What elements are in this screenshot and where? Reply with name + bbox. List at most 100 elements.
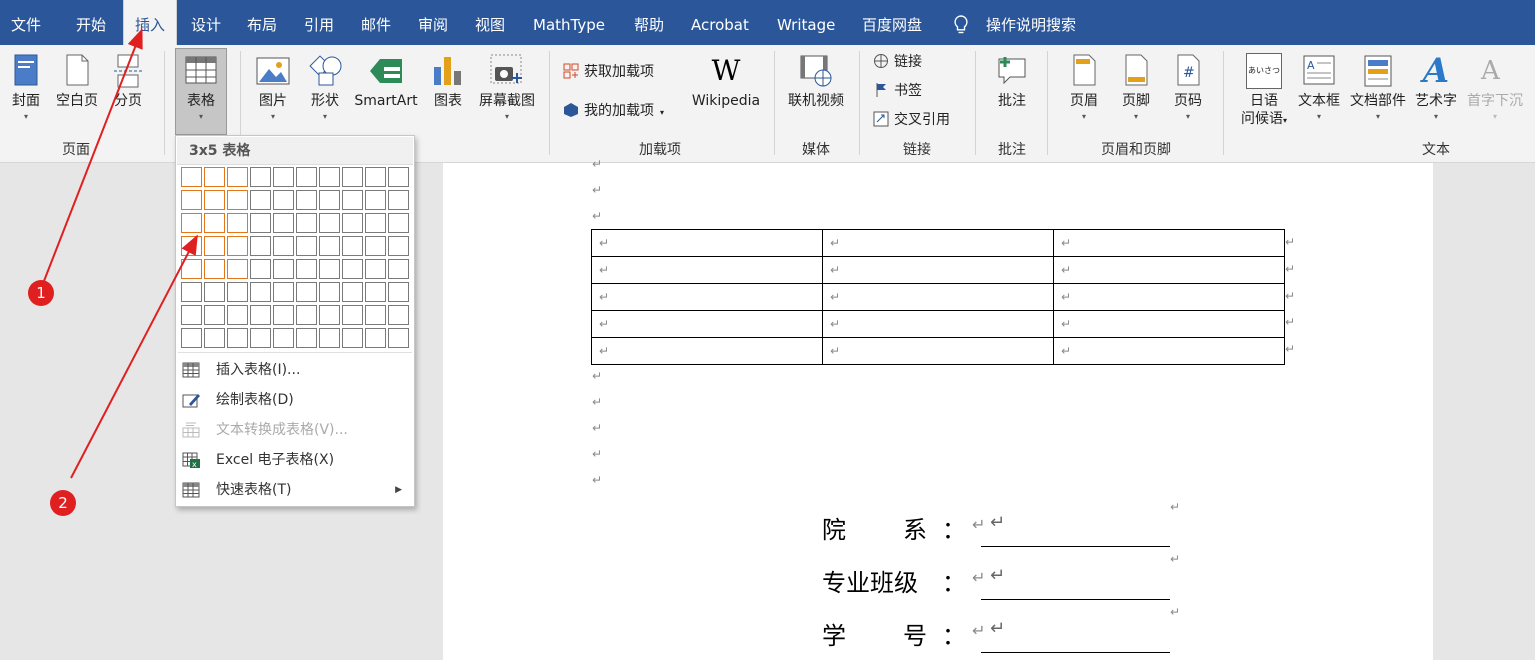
table-cell[interactable]: ↵ [591,283,823,311]
tab-writage[interactable]: Writage [777,0,835,45]
grid-cell[interactable] [273,236,294,256]
grid-cell[interactable] [250,190,271,210]
grid-cell[interactable] [342,167,363,187]
page-break-button[interactable]: 分页 [108,49,148,110]
table-cell[interactable]: ↵ [591,337,823,365]
screenshot-button[interactable]: 屏幕截图 ▾ [474,49,540,122]
grid-cell[interactable] [388,305,409,325]
cross-reference-button[interactable]: 交叉引用 [873,108,950,132]
grid-cell[interactable] [204,213,225,233]
grid-cell[interactable] [227,259,248,279]
fill-in-underline[interactable] [981,652,1170,653]
grid-cell[interactable] [388,328,409,348]
convert-text-to-table-menu-item[interactable]: 文本转换成表格(V)... [176,415,414,445]
grid-cell[interactable] [388,167,409,187]
tab-home[interactable]: 开始 [76,0,106,45]
grid-cell[interactable] [296,167,317,187]
tab-mailings[interactable]: 邮件 [361,0,391,45]
grid-cell[interactable] [296,259,317,279]
tab-baidu-netdisk[interactable]: 百度网盘 [862,0,922,45]
grid-cell[interactable] [296,328,317,348]
grid-cell[interactable] [250,236,271,256]
shapes-button[interactable]: 形状 ▾ [303,49,347,122]
grid-cell[interactable] [250,259,271,279]
draw-table-menu-item[interactable]: 绘制表格(D) [176,385,414,415]
grid-cell[interactable] [204,305,225,325]
table-cell[interactable]: ↵ [1053,337,1285,365]
grid-cell[interactable] [388,236,409,256]
bookmark-button[interactable]: 书签 [873,79,922,103]
grid-cell[interactable] [319,213,340,233]
grid-cell[interactable] [181,259,202,279]
drop-cap-button[interactable]: A 首字下沉 ▾ [1464,49,1526,122]
grid-cell[interactable] [204,167,225,187]
grid-cell[interactable] [227,190,248,210]
cover-page-button[interactable]: 封面 ▾ [4,49,48,122]
grid-cell[interactable] [342,236,363,256]
tell-me-search[interactable]: 操作说明搜索 [986,0,1076,45]
grid-cell[interactable] [227,282,248,302]
grid-cell[interactable] [365,305,386,325]
tab-references[interactable]: 引用 [304,0,334,45]
tab-acrobat[interactable]: Acrobat [691,0,749,45]
insert-table-menu-item[interactable]: 插入表格(I)... [176,355,414,385]
grid-cell[interactable] [204,328,225,348]
smartart-button[interactable]: SmartArt [352,49,420,110]
grid-cell[interactable] [227,328,248,348]
quick-tables-menu-item[interactable]: 快速表格(T) ▶ [176,475,414,505]
grid-cell[interactable] [365,213,386,233]
page-number-button[interactable]: # 页码 ▾ [1168,49,1208,122]
table-cell[interactable]: ↵ [1053,283,1285,311]
textbox-button[interactable]: A 文本框 ▾ [1296,49,1342,122]
tab-file[interactable]: 文件 [11,0,41,45]
tab-help[interactable]: 帮助 [634,0,664,45]
japanese-greetings-button[interactable]: あいさつ 日语 问候语▾ [1236,49,1292,130]
tab-insert[interactable]: 插入 [123,0,177,45]
table-cell[interactable]: ↵ [1053,310,1285,338]
grid-cell[interactable] [181,213,202,233]
table-cell[interactable]: ↵ [822,256,1054,284]
grid-cell[interactable] [342,213,363,233]
picture-button[interactable]: 图片 ▾ [253,49,293,122]
footer-button[interactable]: 页脚 ▾ [1116,49,1156,122]
grid-cell[interactable] [296,213,317,233]
grid-cell[interactable] [365,282,386,302]
tab-view[interactable]: 视图 [475,0,505,45]
grid-cell[interactable] [181,328,202,348]
table-cell[interactable]: ↵ [1053,229,1285,257]
quick-parts-button[interactable]: 文档部件 ▾ [1346,49,1410,122]
grid-cell[interactable] [342,305,363,325]
grid-cell[interactable] [204,282,225,302]
grid-cell[interactable] [388,213,409,233]
grid-cell[interactable] [227,236,248,256]
grid-cell[interactable] [273,213,294,233]
chart-button[interactable]: 图表 [430,49,466,110]
fill-in-underline[interactable] [981,546,1170,547]
grid-cell[interactable] [273,259,294,279]
table-cell[interactable]: ↵ [822,337,1054,365]
grid-cell[interactable] [204,236,225,256]
tab-layout[interactable]: 布局 [247,0,277,45]
grid-cell[interactable] [227,213,248,233]
online-video-button[interactable]: 联机视频 [784,49,848,110]
grid-cell[interactable] [204,259,225,279]
grid-cell[interactable] [296,190,317,210]
get-addins-button[interactable]: 获取加载项 [563,60,654,84]
grid-cell[interactable] [319,167,340,187]
grid-cell[interactable] [319,328,340,348]
grid-cell[interactable] [273,305,294,325]
tab-design[interactable]: 设计 [191,0,221,45]
grid-cell[interactable] [365,328,386,348]
new-comment-button[interactable]: 批注 [990,49,1034,110]
table-cell[interactable]: ↵ [822,310,1054,338]
grid-cell[interactable] [227,305,248,325]
link-button[interactable]: 链接 [873,50,922,74]
table-cell[interactable]: ↵ [822,229,1054,257]
grid-cell[interactable] [342,282,363,302]
grid-cell[interactable] [250,328,271,348]
grid-cell[interactable] [342,328,363,348]
grid-cell[interactable] [342,259,363,279]
blank-page-button[interactable]: 空白页 [52,49,102,110]
header-button[interactable]: 页眉 ▾ [1064,49,1104,122]
table-cell[interactable]: ↵ [1053,256,1285,284]
